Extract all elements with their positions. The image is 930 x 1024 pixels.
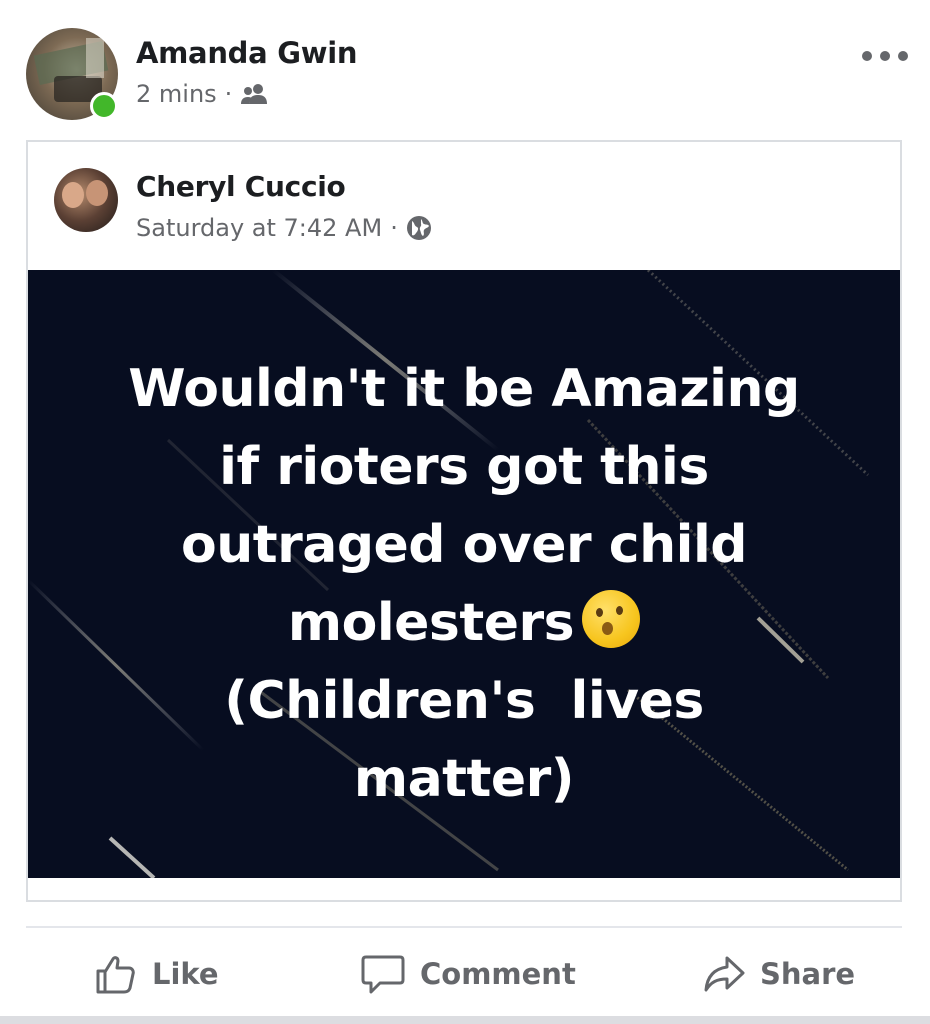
thinking-face-emoji — [582, 590, 641, 648]
globe-icon[interactable] — [406, 215, 432, 241]
feed-separator — [0, 1016, 930, 1024]
post-meta: 2 mins · — [136, 80, 268, 108]
post-text-background[interactable]: Wouldn't it be Amazing if rioters got th… — [28, 270, 900, 878]
like-button[interactable]: Like — [94, 948, 219, 1000]
action-bar-divider — [26, 926, 902, 928]
author-name[interactable]: Amanda Gwin — [136, 36, 357, 70]
post-text-line: outraged over child — [180, 515, 748, 575]
meta-separator: · — [224, 80, 233, 108]
share-icon — [704, 956, 745, 992]
shared-post-time[interactable]: Saturday at 7:42 AM — [136, 214, 382, 242]
post-text-line: if rioters got this — [219, 437, 709, 497]
thumbs-up-icon — [96, 956, 135, 994]
comment-button[interactable]: Comment — [360, 948, 576, 1000]
feed-post: Amanda Gwin 2 mins · Cheryl Cuccio Satur… — [0, 0, 930, 1016]
shared-post-meta: Saturday at 7:42 AM · — [136, 214, 432, 242]
friends-icon[interactable] — [240, 82, 268, 106]
online-status-dot — [90, 92, 118, 120]
post-time[interactable]: 2 mins — [136, 80, 217, 108]
shared-author-name[interactable]: Cheryl Cuccio — [136, 170, 346, 203]
post-text-line: molesters — [287, 593, 575, 653]
post-text-line: matter) — [353, 749, 575, 809]
post-text: Wouldn't it be Amazing if rioters got th… — [28, 350, 900, 818]
shared-author-avatar[interactable] — [54, 168, 118, 232]
comment-icon — [361, 955, 405, 994]
post-text-line-with-emoji: molesters — [28, 584, 900, 662]
share-button[interactable]: Share — [702, 948, 855, 1000]
like-label: Like — [152, 957, 219, 991]
shared-post-card[interactable]: Cheryl Cuccio Saturday at 7:42 AM · Woul… — [26, 140, 902, 902]
share-label: Share — [760, 957, 856, 991]
post-text-line: (Children's lives — [224, 671, 704, 731]
shared-meta-separator: · — [390, 214, 398, 242]
more-options-icon[interactable] — [862, 44, 908, 68]
post-text-line: Wouldn't it be Amazing — [128, 359, 800, 419]
comment-label: Comment — [420, 957, 576, 991]
